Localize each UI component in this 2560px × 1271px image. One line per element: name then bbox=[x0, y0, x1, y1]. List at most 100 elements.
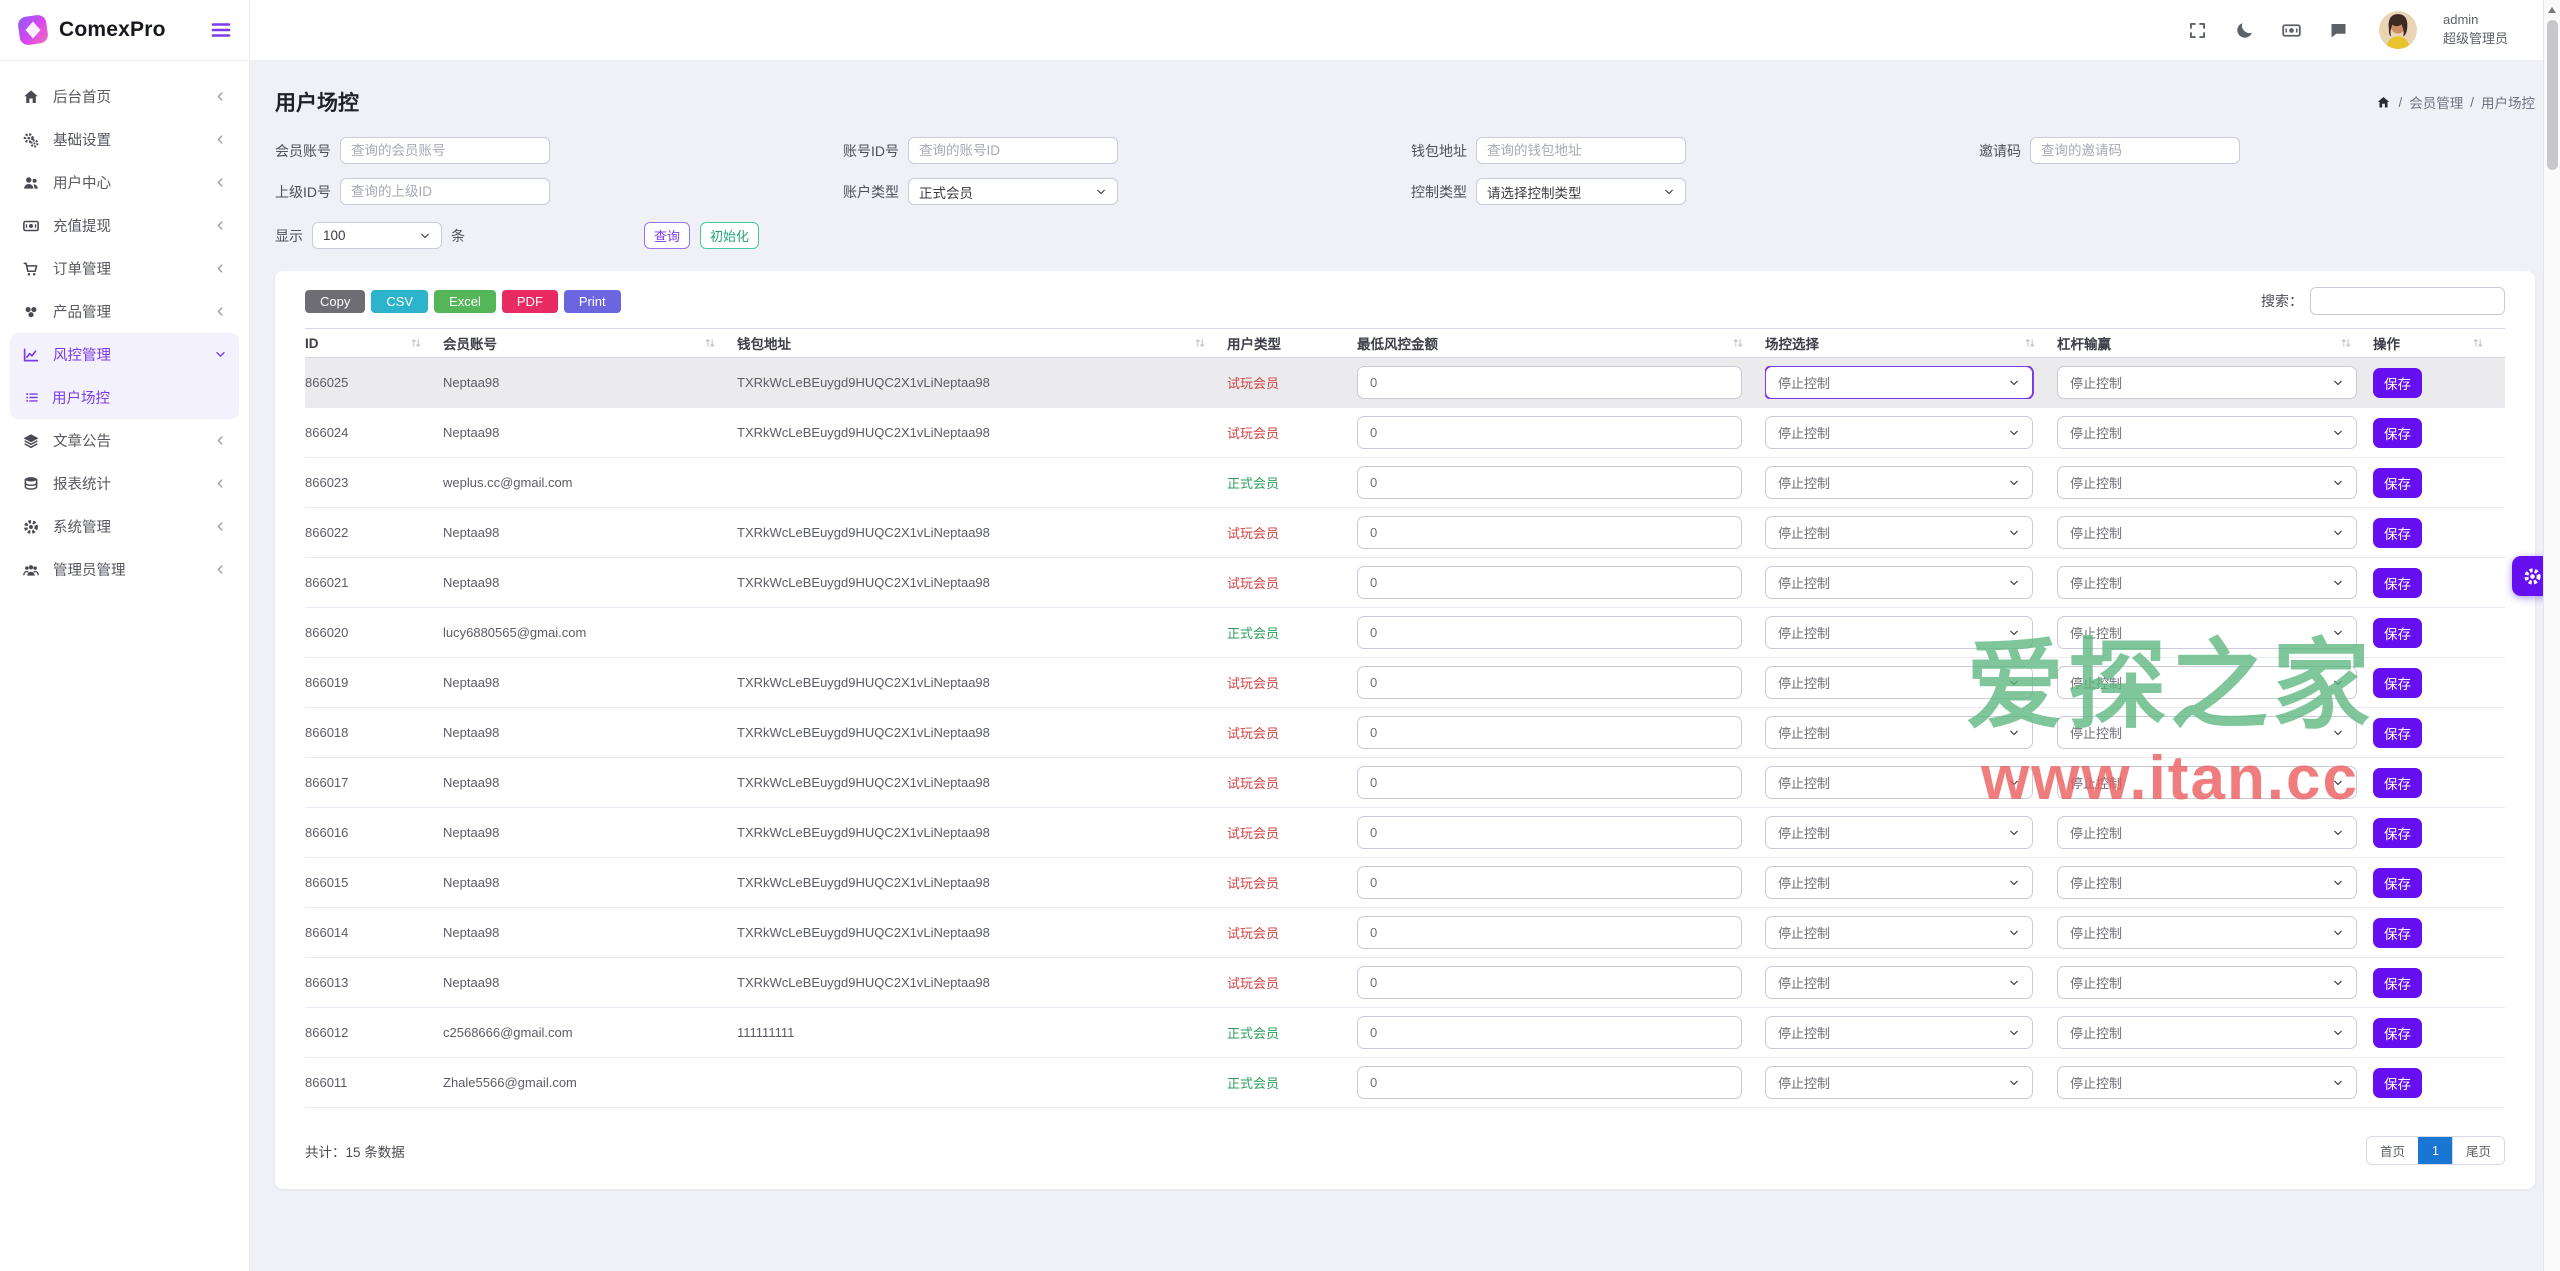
sort-icon[interactable] bbox=[2023, 336, 2037, 350]
lever-control-select[interactable]: 停止控制 bbox=[2057, 866, 2357, 899]
lever-control-select[interactable]: 停止控制 bbox=[2057, 366, 2357, 399]
sidebar-item-admins[interactable]: 管理员管理 bbox=[10, 548, 239, 591]
save-button[interactable]: 保存 bbox=[2373, 418, 2422, 448]
save-button[interactable]: 保存 bbox=[2373, 1068, 2422, 1098]
min-risk-amount-input[interactable] bbox=[1357, 766, 1742, 799]
account-id-input[interactable] bbox=[908, 137, 1118, 164]
sort-icon[interactable] bbox=[1731, 336, 1745, 350]
lever-control-select[interactable]: 停止控制 bbox=[2057, 716, 2357, 749]
min-risk-amount-input[interactable] bbox=[1357, 866, 1742, 899]
search-input[interactable] bbox=[2310, 287, 2505, 315]
sort-icon[interactable] bbox=[2471, 336, 2485, 350]
save-button[interactable]: 保存 bbox=[2373, 668, 2422, 698]
pagination-last[interactable]: 尾页 bbox=[2452, 1137, 2504, 1164]
save-button[interactable]: 保存 bbox=[2373, 568, 2422, 598]
lever-control-select[interactable]: 停止控制 bbox=[2057, 466, 2357, 499]
lever-control-select[interactable]: 停止控制 bbox=[2057, 1066, 2357, 1099]
sidebar-item-basic-settings[interactable]: 基础设置 bbox=[10, 118, 239, 161]
scene-control-select[interactable]: 停止控制 bbox=[1765, 1016, 2033, 1049]
min-risk-amount-input[interactable] bbox=[1357, 1016, 1742, 1049]
sidebar-item-user-scene[interactable]: 用户场控 bbox=[10, 376, 239, 419]
dark-mode-moon-icon[interactable] bbox=[2234, 20, 2255, 41]
scrollbar-up-arrow-icon[interactable] bbox=[2548, 7, 2556, 13]
print-export-button[interactable]: Print bbox=[564, 290, 621, 313]
min-risk-amount-input[interactable] bbox=[1357, 516, 1742, 549]
money-icon[interactable] bbox=[2281, 20, 2302, 41]
fullscreen-icon[interactable] bbox=[2187, 20, 2208, 41]
lever-control-select[interactable]: 停止控制 bbox=[2057, 616, 2357, 649]
min-risk-amount-input[interactable] bbox=[1357, 816, 1742, 849]
min-risk-amount-input[interactable] bbox=[1357, 366, 1742, 399]
min-risk-amount-input[interactable] bbox=[1357, 1066, 1742, 1099]
save-button[interactable]: 保存 bbox=[2373, 468, 2422, 498]
min-risk-amount-input[interactable] bbox=[1357, 916, 1742, 949]
lever-control-select[interactable]: 停止控制 bbox=[2057, 916, 2357, 949]
save-button[interactable]: 保存 bbox=[2373, 618, 2422, 648]
lever-control-select[interactable]: 停止控制 bbox=[2057, 516, 2357, 549]
lever-control-select[interactable]: 停止控制 bbox=[2057, 966, 2357, 999]
reset-button[interactable]: 初始化 bbox=[700, 222, 759, 249]
scene-control-select[interactable]: 停止控制 bbox=[1765, 966, 2033, 999]
lever-control-select[interactable]: 停止控制 bbox=[2057, 566, 2357, 599]
min-risk-amount-input[interactable] bbox=[1357, 566, 1742, 599]
scene-control-select[interactable]: 停止控制 bbox=[1765, 516, 2033, 549]
sidebar-item-articles[interactable]: 文章公告 bbox=[10, 419, 239, 462]
sidebar-item-reports[interactable]: 报表统计 bbox=[10, 462, 239, 505]
lever-control-select[interactable]: 停止控制 bbox=[2057, 1016, 2357, 1049]
scrollbar[interactable] bbox=[2543, 0, 2560, 1271]
scene-control-select[interactable]: 停止控制 bbox=[1765, 616, 2033, 649]
copy-export-button[interactable]: Copy bbox=[305, 290, 365, 313]
scene-control-select[interactable]: 停止控制请选择控制选项停止控制全赢全输涨赢跌随机跌赢涨随机涨赢跌输跌赢涨输 bbox=[1765, 366, 2033, 399]
user-meta[interactable]: admin 超级管理员 bbox=[2443, 11, 2508, 49]
sidebar-item-recharge[interactable]: 充值提现 bbox=[10, 204, 239, 247]
sort-icon[interactable] bbox=[1193, 336, 1207, 350]
scene-control-select[interactable]: 停止控制 bbox=[1765, 916, 2033, 949]
sort-icon[interactable] bbox=[409, 336, 423, 350]
avatar[interactable] bbox=[2379, 11, 2417, 49]
column-header[interactable]: 钱包地址 bbox=[737, 333, 1227, 353]
wallet-input[interactable] bbox=[1476, 137, 1686, 164]
member-account-input[interactable] bbox=[340, 137, 550, 164]
sidebar-item-user-center[interactable]: 用户中心 bbox=[10, 161, 239, 204]
min-risk-amount-input[interactable] bbox=[1357, 416, 1742, 449]
sidebar-item-products[interactable]: 产品管理 bbox=[10, 290, 239, 333]
min-risk-amount-input[interactable] bbox=[1357, 466, 1742, 499]
invite-code-input[interactable] bbox=[2030, 137, 2240, 164]
scene-control-select[interactable]: 停止控制 bbox=[1765, 766, 2033, 799]
display-count-select[interactable]: 100 bbox=[312, 222, 442, 249]
save-button[interactable]: 保存 bbox=[2373, 768, 2422, 798]
scene-control-select[interactable]: 停止控制 bbox=[1765, 666, 2033, 699]
sort-icon[interactable] bbox=[703, 336, 717, 350]
sidebar-item-orders[interactable]: 订单管理 bbox=[10, 247, 239, 290]
pdf-export-button[interactable]: PDF bbox=[502, 290, 558, 313]
column-header[interactable]: 场控选择 bbox=[1765, 333, 2057, 353]
save-button[interactable]: 保存 bbox=[2373, 368, 2422, 398]
lever-control-select[interactable]: 停止控制 bbox=[2057, 816, 2357, 849]
pagination-page-1[interactable]: 1 bbox=[2418, 1137, 2452, 1164]
sidebar-item-dashboard[interactable]: 后台首页 bbox=[10, 75, 239, 118]
scene-control-select[interactable]: 停止控制 bbox=[1765, 466, 2033, 499]
save-button[interactable]: 保存 bbox=[2373, 968, 2422, 998]
lever-control-select[interactable]: 停止控制 bbox=[2057, 666, 2357, 699]
min-risk-amount-input[interactable] bbox=[1357, 666, 1742, 699]
csv-export-button[interactable]: CSV bbox=[371, 290, 428, 313]
save-button[interactable]: 保存 bbox=[2373, 868, 2422, 898]
save-button[interactable]: 保存 bbox=[2373, 918, 2422, 948]
control-type-select[interactable]: 请选择控制类型 bbox=[1476, 178, 1686, 205]
lever-control-select[interactable]: 停止控制 bbox=[2057, 766, 2357, 799]
column-header[interactable]: 会员账号 bbox=[443, 333, 737, 353]
scene-control-select[interactable]: 停止控制 bbox=[1765, 416, 2033, 449]
scene-control-select[interactable]: 停止控制 bbox=[1765, 866, 2033, 899]
scene-control-select[interactable]: 停止控制 bbox=[1765, 716, 2033, 749]
lever-control-select[interactable]: 停止控制 bbox=[2057, 416, 2357, 449]
scene-control-select[interactable]: 停止控制 bbox=[1765, 1066, 2033, 1099]
home-icon[interactable] bbox=[2376, 95, 2391, 110]
save-button[interactable]: 保存 bbox=[2373, 1018, 2422, 1048]
column-header[interactable]: 最低风控金额 bbox=[1357, 333, 1765, 353]
parent-id-input[interactable] bbox=[340, 178, 550, 205]
pagination-first[interactable]: 首页 bbox=[2367, 1137, 2418, 1164]
query-button[interactable]: 查询 bbox=[644, 222, 690, 249]
column-header[interactable]: 操作 bbox=[2373, 333, 2505, 353]
min-risk-amount-input[interactable] bbox=[1357, 966, 1742, 999]
min-risk-amount-input[interactable] bbox=[1357, 616, 1742, 649]
